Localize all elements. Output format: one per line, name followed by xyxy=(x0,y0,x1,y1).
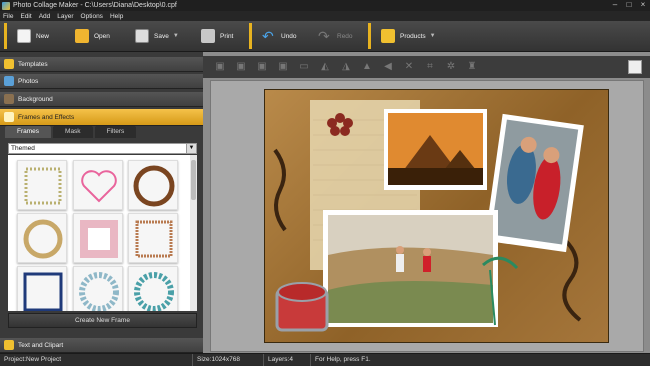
flip-vertical-icon[interactable]: ◀ xyxy=(381,60,395,74)
menu-layer[interactable]: Layer xyxy=(57,13,73,20)
crop-icon[interactable]: ⌗ xyxy=(423,60,437,74)
canvas-toolbar: ▣ ▣ ▣ ▣ ▭ ◭ ◮ ▲ ◀ ✕ ⌗ ✲ ♜ xyxy=(203,56,650,78)
star-icon xyxy=(4,59,14,69)
frame-thumbnail[interactable] xyxy=(17,213,67,263)
align-icon[interactable]: ▭ xyxy=(297,60,311,74)
category-frames-and-effects[interactable]: Frames and Effects xyxy=(0,109,203,126)
redo-button[interactable]: ↷ Redo xyxy=(312,23,364,49)
undo-arrow-icon: ↶ xyxy=(262,28,274,44)
category-text-and-clipart[interactable]: Text and Clipart xyxy=(0,338,203,353)
print-button[interactable]: Print xyxy=(195,23,245,49)
close-button[interactable]: × xyxy=(636,0,650,11)
category-templates[interactable]: Templates xyxy=(0,57,203,72)
send-to-back-icon[interactable]: ▣ xyxy=(276,60,290,74)
status-bar: Project:New Project Size:1024x768 Layers… xyxy=(0,353,650,366)
title-bar: Photo Collage Maker - C:\Users\Diana\Des… xyxy=(0,0,650,11)
page-icon[interactable] xyxy=(628,60,642,74)
frame-thumbnail[interactable] xyxy=(128,213,178,263)
toolbar-separator xyxy=(4,23,7,49)
window-title: Photo Collage Maker - C:\Users\Diana\Des… xyxy=(13,2,177,9)
printer-icon xyxy=(201,29,215,43)
chevron-down-icon[interactable]: ▼ xyxy=(173,33,179,39)
status-project: Project:New Project xyxy=(0,353,193,366)
tab-mask[interactable]: Mask xyxy=(53,126,93,138)
frame-thumbnail[interactable] xyxy=(73,160,123,210)
new-button[interactable]: New xyxy=(11,23,69,49)
category-background[interactable]: Background xyxy=(0,92,203,107)
photos-icon xyxy=(4,76,14,86)
collage-canvas[interactable] xyxy=(264,89,609,343)
main-toolbar: New Open Save ▼ Print ↶ Undo ↷ Redo Prod… xyxy=(0,21,650,52)
app-icon xyxy=(2,1,10,10)
status-size: Size:1024x768 xyxy=(193,353,264,366)
redo-arrow-icon: ↷ xyxy=(318,28,330,44)
bring-to-front-icon[interactable]: ▣ xyxy=(213,60,227,74)
frames-icon xyxy=(4,112,14,122)
rotate-right-icon[interactable]: ◮ xyxy=(339,60,353,74)
tab-frames[interactable]: Frames xyxy=(5,126,52,138)
toolbar-separator xyxy=(249,23,252,49)
menu-bar: File Edit Add Layer Options Help xyxy=(0,11,650,21)
category-photos[interactable]: Photos xyxy=(0,74,203,89)
floppy-disk-icon xyxy=(135,29,149,43)
menu-edit[interactable]: Edit xyxy=(20,13,31,20)
create-new-frame-button[interactable]: Create New Frame xyxy=(8,313,197,328)
frame-thumbnail[interactable] xyxy=(128,160,178,210)
menu-options[interactable]: Options xyxy=(81,13,103,20)
text-t-icon xyxy=(4,340,14,350)
undo-button[interactable]: ↶ Undo xyxy=(256,23,312,49)
frame-tabs: Frames Mask Filters xyxy=(5,126,138,138)
frame-thumbnail[interactable] xyxy=(128,266,178,311)
send-backward-icon[interactable]: ▣ xyxy=(255,60,269,74)
background-icon xyxy=(4,94,14,104)
status-layers: Layers:4 xyxy=(264,353,311,366)
menu-add[interactable]: Add xyxy=(39,13,51,20)
menu-file[interactable]: File xyxy=(3,13,13,20)
collage-artwork xyxy=(273,100,584,332)
gallery-scrollbar[interactable] xyxy=(190,155,197,311)
flip-horizontal-icon[interactable]: ▲ xyxy=(360,60,374,74)
frame-thumbnail[interactable] xyxy=(17,160,67,210)
chevron-down-icon[interactable]: ▼ xyxy=(186,144,196,153)
frame-gallery xyxy=(8,155,197,311)
frame-thumbnail[interactable] xyxy=(73,266,123,311)
folder-icon xyxy=(75,29,89,43)
scrollbar-thumb[interactable] xyxy=(191,160,196,200)
products-button[interactable]: Products ▼ xyxy=(375,23,442,49)
tab-filters[interactable]: Filters xyxy=(94,126,137,138)
rotate-left-icon[interactable]: ◭ xyxy=(318,60,332,74)
chevron-down-icon[interactable]: ▼ xyxy=(430,33,436,39)
new-document-icon xyxy=(17,29,31,43)
frame-category-dropdown[interactable]: Themed ▼ xyxy=(8,143,197,154)
maximize-button[interactable]: □ xyxy=(622,0,636,11)
delete-icon[interactable]: ✕ xyxy=(402,60,416,74)
frame-thumbnail[interactable] xyxy=(17,266,67,311)
products-box-icon xyxy=(381,29,395,43)
save-button[interactable]: Save ▼ xyxy=(129,23,195,49)
settings-icon[interactable]: ✲ xyxy=(444,60,458,74)
open-button[interactable]: Open xyxy=(69,23,129,49)
toolbar-separator xyxy=(368,23,371,49)
minimize-button[interactable]: – xyxy=(608,0,622,11)
bring-forward-icon[interactable]: ▣ xyxy=(234,60,248,74)
menu-help[interactable]: Help xyxy=(110,13,123,20)
status-help: For Help, press F1. xyxy=(315,355,371,363)
frame-thumbnail[interactable] xyxy=(73,213,123,263)
lock-icon[interactable]: ♜ xyxy=(465,60,479,74)
